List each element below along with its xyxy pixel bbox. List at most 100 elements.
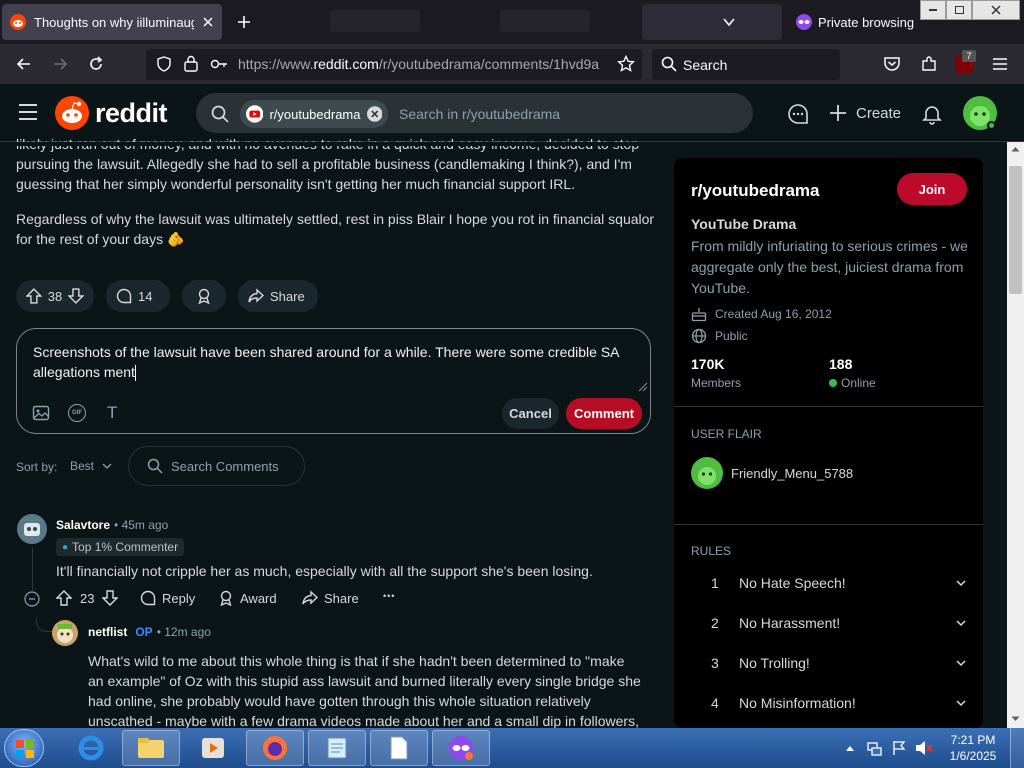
list-tabs-chevron-icon[interactable] [722,15,736,29]
commenter-avatar[interactable] [17,514,47,544]
scrollbar-thumb[interactable] [1009,166,1022,294]
network-icon[interactable] [866,740,882,756]
rule-item[interactable]: 2 No Harassment! [691,603,967,643]
chevron-down-icon [102,463,112,469]
show-hidden-icons-icon[interactable] [845,744,855,752]
share-label: Share [324,590,359,606]
sidebar-divider [674,406,983,407]
close-tab-icon[interactable] [202,16,214,28]
remove-chip-icon[interactable] [366,106,383,122]
browser-search-box[interactable] [652,49,840,80]
upvote-icon[interactable] [26,288,42,304]
collapse-thread-icon[interactable] [24,591,40,607]
close-window-button[interactable] [972,0,1020,20]
taskbar-firefox[interactable] [246,730,304,766]
award-label: Award [240,590,277,606]
post-body: likely just ran out of money, and with n… [16,134,656,249]
comment-share-button[interactable]: Share [302,590,359,606]
cancel-button[interactable]: Cancel [502,398,559,429]
rule-number: 1 [711,575,719,591]
lock-icon[interactable] [184,55,198,72]
taskbar-media-player[interactable] [184,730,242,766]
taskbar-document[interactable] [370,730,428,766]
chevron-down-icon [956,580,966,587]
gif-icon[interactable]: GIF [68,404,86,422]
post-comments-button[interactable]: 14 [106,280,170,312]
taskbar-app[interactable] [308,730,366,766]
extensions-puzzle-icon[interactable] [920,55,938,73]
visibility-label: Public [715,329,748,343]
permissions-icon[interactable] [210,56,228,72]
page-scrollbar[interactable] [1007,142,1024,728]
chat-icon[interactable] [787,103,809,125]
show-desktop-button[interactable] [1010,728,1024,768]
reddit-logo[interactable]: reddit [55,96,168,130]
search-subreddit-chip[interactable]: r/youtubedrama [240,100,388,128]
comment-editor-text[interactable]: Screenshots of the lawsuit have been sha… [33,342,633,382]
bookmark-star-icon[interactable] [617,55,635,73]
background-tab[interactable] [330,10,420,32]
downvote-icon[interactable] [102,590,119,606]
post-award-button[interactable] [182,280,226,312]
background-tab[interactable] [500,10,590,32]
comment-time: • 12m ago [156,625,211,639]
sidebar-subreddit-name[interactable]: r/youtubedrama [691,181,819,201]
hamburger-menu-icon[interactable] [18,103,38,121]
rule-item[interactable]: 3 No Trolling! [691,643,967,683]
post-text-line: guessing that her simply wonderful perso… [16,176,576,192]
comment-button[interactable]: Comment [566,398,642,429]
search-comments-input[interactable]: Search Comments [128,446,305,486]
flair-username[interactable]: Friendly_Menu_5788 [731,466,853,481]
browser-tab[interactable]: Thoughts on why iilluminaughti [2,4,222,40]
reply-button[interactable]: Reply [140,590,195,606]
back-arrow-icon[interactable] [16,56,32,72]
reload-icon[interactable] [88,56,104,72]
comment-author[interactable]: Salavtore [56,518,110,532]
comment-meta: netflist OP • 12m ago [88,625,211,639]
volume-muted-icon[interactable] [915,740,933,756]
new-tab-icon[interactable] [236,14,252,30]
taskbar-clock[interactable]: 7:21 PM 1/6/2025 [942,732,1004,764]
scroll-down-arrow-icon[interactable] [1011,716,1020,722]
search-comments-placeholder: Search Comments [171,458,279,474]
create-button[interactable]: Create [828,103,901,123]
description-line: aggregate only the best, juiciest drama … [691,259,964,275]
private-browsing-label: Private browsing [818,15,915,30]
rule-item[interactable]: 4 No Misinformation! [691,683,967,723]
url-text[interactable]: https://www.reddit.com/r/youtubedrama/co… [238,56,606,72]
minimize-button[interactable] [920,0,946,20]
background-tab[interactable] [642,4,782,40]
thread-line [32,548,33,590]
image-upload-icon[interactable] [32,404,50,422]
post-vote-count: 38 [47,288,63,304]
post-share-button[interactable]: Share [238,280,318,312]
reply-thread-curve [36,618,52,632]
award-button[interactable]: Award [218,590,277,606]
create-label: Create [856,104,902,122]
text-format-icon[interactable]: T [107,403,117,423]
shield-icon[interactable] [156,56,172,72]
more-options-icon[interactable]: ••• [383,591,395,601]
start-button[interactable] [4,729,44,767]
downvote-icon[interactable] [68,288,84,304]
pocket-icon[interactable] [883,56,901,72]
flair-avatar[interactable] [691,457,723,489]
join-button[interactable]: Join [897,173,967,205]
taskbar-internet-explorer[interactable] [62,730,120,766]
action-center-flag-icon[interactable] [891,740,907,756]
upvote-icon[interactable] [56,590,72,606]
forward-arrow-icon[interactable] [52,56,68,72]
menu-hamburger-icon[interactable] [992,57,1008,71]
notifications-bell-icon[interactable] [921,103,943,125]
scroll-up-arrow-icon[interactable] [1011,146,1020,152]
resize-handle-icon[interactable] [636,380,648,392]
taskbar-file-explorer[interactable] [122,730,180,766]
rule-item[interactable]: 1 No Hate Speech! [691,563,967,603]
maximize-button[interactable] [946,0,972,20]
plus-icon [830,105,846,121]
commenter-avatar[interactable] [52,620,78,646]
taskbar-private-firefox[interactable] [432,730,490,766]
comment-author[interactable]: netflist [88,625,127,639]
rule-number: 3 [711,655,719,671]
sort-dropdown[interactable]: Best [70,459,112,473]
